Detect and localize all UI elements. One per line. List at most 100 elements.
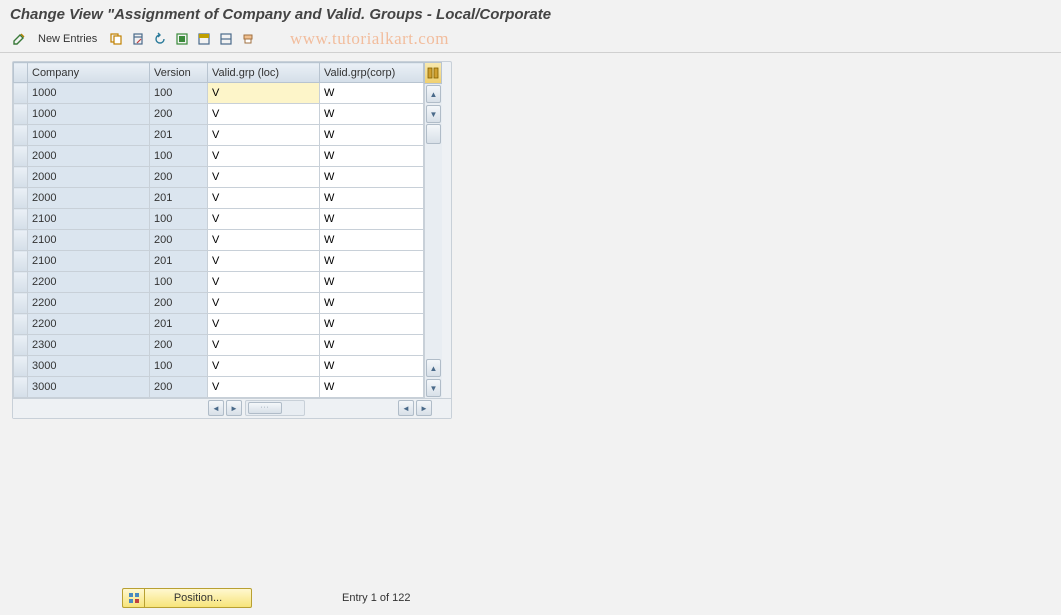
vertical-scrollbar[interactable]: ▲ ▼ ▲ ▼ (424, 84, 442, 398)
cell-valid-grp-loc[interactable] (208, 377, 320, 398)
input-valid-grp-loc[interactable] (208, 356, 319, 376)
cell-valid-grp-loc[interactable] (208, 356, 320, 377)
cell-valid-grp-corp[interactable] (320, 356, 424, 377)
cell-valid-grp-corp[interactable] (320, 209, 424, 230)
row-selector[interactable] (14, 356, 28, 377)
row-selector[interactable] (14, 335, 28, 356)
cell-valid-grp-corp[interactable] (320, 314, 424, 335)
input-valid-grp-loc[interactable] (208, 125, 319, 145)
cell-valid-grp-loc[interactable] (208, 251, 320, 272)
column-header-company[interactable]: Company (28, 63, 150, 83)
cell-valid-grp-corp[interactable] (320, 125, 424, 146)
input-valid-grp-corp[interactable] (320, 377, 423, 397)
input-valid-grp-loc[interactable] (208, 293, 319, 313)
row-selector[interactable] (14, 167, 28, 188)
row-selector[interactable] (14, 314, 28, 335)
input-valid-grp-corp[interactable] (320, 314, 423, 334)
input-valid-grp-corp[interactable] (320, 335, 423, 355)
row-selector[interactable] (14, 293, 28, 314)
row-selector[interactable] (14, 230, 28, 251)
hscroll-left-2-icon[interactable]: ◄ (398, 400, 414, 416)
scroll-thumb[interactable] (426, 124, 441, 144)
input-valid-grp-loc[interactable] (208, 335, 319, 355)
select-block-icon[interactable] (195, 30, 213, 48)
input-valid-grp-corp[interactable] (320, 83, 423, 103)
cell-valid-grp-loc[interactable] (208, 272, 320, 293)
cell-valid-grp-loc[interactable] (208, 104, 320, 125)
scroll-up-bottom-icon[interactable]: ▲ (426, 359, 441, 377)
row-selector-header[interactable] (14, 63, 28, 83)
cell-valid-grp-loc[interactable] (208, 314, 320, 335)
cell-valid-grp-corp[interactable] (320, 251, 424, 272)
cell-valid-grp-corp[interactable] (320, 335, 424, 356)
input-valid-grp-corp[interactable] (320, 272, 423, 292)
row-selector[interactable] (14, 83, 28, 104)
input-valid-grp-loc[interactable] (208, 104, 319, 124)
toggle-display-change-icon[interactable] (10, 30, 28, 48)
cell-valid-grp-loc[interactable] (208, 83, 320, 104)
cell-valid-grp-corp[interactable] (320, 293, 424, 314)
input-valid-grp-corp[interactable] (320, 104, 423, 124)
hscroll-right-2-icon[interactable]: ► (416, 400, 432, 416)
cell-valid-grp-corp[interactable] (320, 272, 424, 293)
scroll-up-icon[interactable]: ▲ (426, 85, 441, 103)
input-valid-grp-loc[interactable] (208, 314, 319, 334)
hscroll-right-icon[interactable]: ► (226, 400, 242, 416)
cell-valid-grp-corp[interactable] (320, 188, 424, 209)
input-valid-grp-corp[interactable] (320, 209, 423, 229)
input-valid-grp-corp[interactable] (320, 167, 423, 187)
column-header-valid-grp-loc[interactable]: Valid.grp (loc) (208, 63, 320, 83)
cell-valid-grp-loc[interactable] (208, 125, 320, 146)
copy-as-icon[interactable] (107, 30, 125, 48)
row-selector[interactable] (14, 377, 28, 398)
cell-valid-grp-corp[interactable] (320, 83, 424, 104)
input-valid-grp-loc[interactable] (208, 272, 319, 292)
scroll-down-icon[interactable]: ▼ (426, 105, 441, 123)
cell-valid-grp-loc[interactable] (208, 335, 320, 356)
select-all-icon[interactable] (173, 30, 191, 48)
cell-valid-grp-corp[interactable] (320, 104, 424, 125)
row-selector[interactable] (14, 188, 28, 209)
hscroll-track[interactable]: ∙∙∙ (245, 400, 305, 416)
hscroll-left-icon[interactable]: ◄ (208, 400, 224, 416)
row-selector[interactable] (14, 104, 28, 125)
cell-valid-grp-loc[interactable] (208, 230, 320, 251)
configure-columns-icon[interactable] (424, 62, 442, 84)
position-button[interactable]: Position... (144, 588, 252, 608)
input-valid-grp-loc[interactable] (208, 83, 319, 103)
input-valid-grp-corp[interactable] (320, 230, 423, 250)
cell-valid-grp-corp[interactable] (320, 377, 424, 398)
row-selector[interactable] (14, 125, 28, 146)
cell-valid-grp-corp[interactable] (320, 146, 424, 167)
row-selector[interactable] (14, 272, 28, 293)
input-valid-grp-loc[interactable] (208, 251, 319, 271)
position-icon[interactable] (122, 588, 144, 608)
input-valid-grp-loc[interactable] (208, 167, 319, 187)
row-selector[interactable] (14, 209, 28, 230)
print-icon[interactable] (239, 30, 257, 48)
row-selector[interactable] (14, 251, 28, 272)
cell-valid-grp-corp[interactable] (320, 230, 424, 251)
delete-icon[interactable] (129, 30, 147, 48)
cell-valid-grp-loc[interactable] (208, 209, 320, 230)
input-valid-grp-corp[interactable] (320, 125, 423, 145)
cell-valid-grp-loc[interactable] (208, 188, 320, 209)
undo-change-icon[interactable] (151, 30, 169, 48)
input-valid-grp-corp[interactable] (320, 293, 423, 313)
scroll-down-bottom-icon[interactable]: ▼ (426, 379, 441, 397)
column-header-version[interactable]: Version (150, 63, 208, 83)
new-entries-button[interactable]: New Entries (32, 31, 103, 47)
cell-valid-grp-loc[interactable] (208, 293, 320, 314)
input-valid-grp-corp[interactable] (320, 146, 423, 166)
input-valid-grp-loc[interactable] (208, 377, 319, 397)
cell-valid-grp-loc[interactable] (208, 146, 320, 167)
input-valid-grp-loc[interactable] (208, 209, 319, 229)
hscroll-thumb[interactable]: ∙∙∙ (248, 402, 282, 414)
input-valid-grp-corp[interactable] (320, 251, 423, 271)
row-selector[interactable] (14, 146, 28, 167)
scroll-track[interactable] (425, 124, 442, 358)
input-valid-grp-loc[interactable] (208, 146, 319, 166)
cell-valid-grp-corp[interactable] (320, 167, 424, 188)
input-valid-grp-loc[interactable] (208, 230, 319, 250)
cell-valid-grp-loc[interactable] (208, 167, 320, 188)
